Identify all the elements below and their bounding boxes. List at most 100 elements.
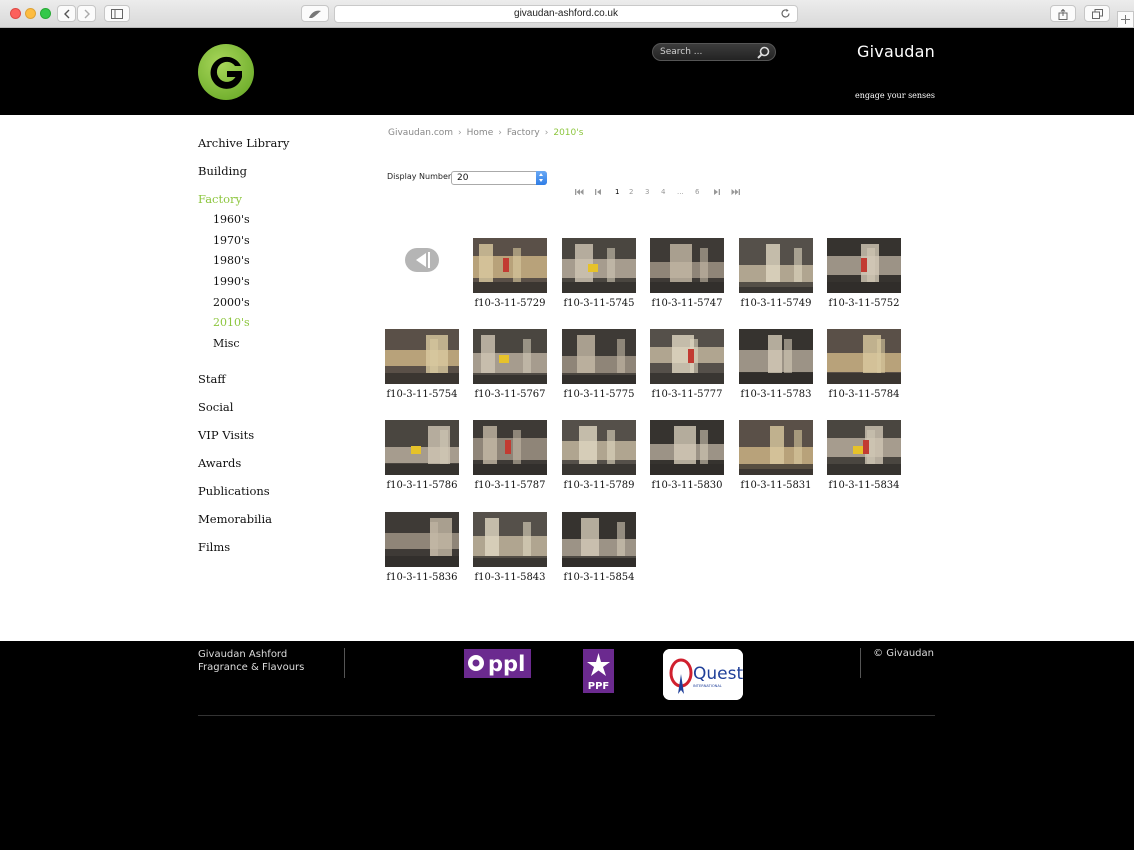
gallery-thumbnail[interactable]: f10-3-11-5854 (562, 512, 636, 583)
thumbnail-caption[interactable]: f10-3-11-5777 (650, 389, 724, 400)
gallery-thumbnail[interactable]: f10-3-11-5777 (650, 329, 724, 400)
gallery-thumbnail[interactable]: f10-3-11-5745 (562, 238, 636, 309)
sidebar-subitem-2000s[interactable]: 2000's (213, 296, 250, 309)
sidebar-subitem-2010s[interactable]: 2010's (213, 316, 250, 329)
gallery-previous-button[interactable] (405, 248, 439, 272)
ppl-logo[interactable]: ppl (464, 649, 531, 678)
sidebar-subitem-1970s[interactable]: 1970's (213, 234, 250, 247)
thumbnail-caption[interactable]: f10-3-11-5786 (385, 480, 459, 491)
thumbnail-caption[interactable]: f10-3-11-5787 (473, 480, 547, 491)
givaudan-logo[interactable] (198, 44, 254, 100)
search-icon[interactable] (757, 46, 770, 59)
thumbnail-caption[interactable]: f10-3-11-5830 (650, 480, 724, 491)
thumbnail-caption[interactable]: f10-3-11-5854 (562, 572, 636, 583)
gallery-thumbnail[interactable]: f10-3-11-5831 (739, 420, 813, 491)
factory-photo (650, 329, 724, 384)
gallery-thumbnail[interactable]: f10-3-11-5754 (385, 329, 459, 400)
sidebar-item-awards[interactable]: Awards (198, 456, 241, 470)
sidebar-subitem-1960s[interactable]: 1960's (213, 213, 250, 226)
next-page-icon[interactable] (713, 188, 720, 196)
footer-company-division: Fragrance & Flavours (198, 662, 305, 673)
tabs-overview-button[interactable] (1084, 5, 1110, 22)
address-bar[interactable]: givaudan-ashford.co.uk (334, 5, 798, 23)
fullscreen-window-button[interactable] (40, 8, 51, 19)
factory-photo (385, 512, 459, 567)
gallery-thumbnail[interactable]: f10-3-11-5843 (473, 512, 547, 583)
thumbnail-caption[interactable]: f10-3-11-5747 (650, 298, 724, 309)
thumbnail-caption[interactable]: f10-3-11-5789 (562, 480, 636, 491)
reload-icon[interactable] (780, 8, 791, 19)
page-6-link[interactable]: 6 (695, 188, 699, 196)
forward-button[interactable] (77, 5, 96, 22)
share-button[interactable] (1050, 5, 1076, 22)
gallery-thumbnail[interactable]: f10-3-11-5834 (827, 420, 901, 491)
gallery-thumbnail[interactable]: f10-3-11-5784 (827, 329, 901, 400)
thumbnail-caption[interactable]: f10-3-11-5754 (385, 389, 459, 400)
sidebar-toggle-button[interactable] (104, 5, 130, 22)
gallery-thumbnail[interactable]: f10-3-11-5789 (562, 420, 636, 491)
gallery-thumbnail[interactable]: f10-3-11-5786 (385, 420, 459, 491)
display-number-select[interactable]: 20 (451, 171, 547, 185)
thumbnail-caption[interactable]: f10-3-11-5783 (739, 389, 813, 400)
page-2-link[interactable]: 2 (629, 188, 633, 196)
close-window-button[interactable] (10, 8, 21, 19)
sidebar-item-publications[interactable]: Publications (198, 484, 270, 498)
page-4-link[interactable]: 4 (661, 188, 665, 196)
tagline: engage your senses (855, 91, 935, 100)
sidebar-item-factory[interactable]: Factory (198, 192, 242, 206)
gallery-thumbnail[interactable]: f10-3-11-5775 (562, 329, 636, 400)
gallery-thumbnail[interactable]: f10-3-11-5783 (739, 329, 813, 400)
sidebar-item-building[interactable]: Building (198, 164, 247, 178)
breadcrumb-givaudan-com[interactable]: Givaudan.com (388, 128, 453, 138)
new-tab-button[interactable] (1117, 11, 1134, 28)
extension-button[interactable] (301, 5, 329, 22)
search-input[interactable] (660, 45, 756, 59)
sidebar-item-archive-library[interactable]: Archive Library (198, 136, 289, 150)
first-page-icon[interactable] (575, 188, 584, 196)
sidebar-item-social[interactable]: Social (198, 400, 233, 414)
footer-divider (860, 648, 861, 678)
thumbnail-caption[interactable]: f10-3-11-5836 (385, 572, 459, 583)
thumbnail-caption[interactable]: f10-3-11-5767 (473, 389, 547, 400)
select-arrows-icon (536, 171, 547, 185)
gallery-thumbnail[interactable]: f10-3-11-5747 (650, 238, 724, 309)
ppf-logo-text: PPF (588, 681, 610, 692)
gallery-thumbnail[interactable]: f10-3-11-5836 (385, 512, 459, 583)
last-page-icon[interactable] (731, 188, 740, 196)
breadcrumb: Givaudan.com › Home › Factory › 2010's (388, 128, 583, 138)
thumbnail-caption[interactable]: f10-3-11-5784 (827, 389, 901, 400)
gallery-thumbnail[interactable]: f10-3-11-5729 (473, 238, 547, 309)
factory-photo (385, 420, 459, 475)
breadcrumb-home[interactable]: Home (467, 128, 494, 138)
sidebar-item-staff[interactable]: Staff (198, 372, 226, 386)
thumbnail-caption[interactable]: f10-3-11-5831 (739, 480, 813, 491)
gallery-thumbnail[interactable]: f10-3-11-5830 (650, 420, 724, 491)
thumbnail-caption[interactable]: f10-3-11-5729 (473, 298, 547, 309)
gallery-thumbnail[interactable]: f10-3-11-5749 (739, 238, 813, 309)
previous-page-icon[interactable] (595, 188, 602, 196)
sidebar-subitem-misc[interactable]: Misc (213, 337, 240, 350)
factory-photo (385, 329, 459, 384)
minimize-window-button[interactable] (25, 8, 36, 19)
ppf-logo[interactable]: PPF (583, 649, 614, 693)
thumbnail-caption[interactable]: f10-3-11-5749 (739, 298, 813, 309)
gallery-thumbnail[interactable]: f10-3-11-5787 (473, 420, 547, 491)
sidebar-item-films[interactable]: Films (198, 540, 230, 554)
breadcrumb-factory[interactable]: Factory (507, 128, 540, 138)
gallery-thumbnail[interactable]: f10-3-11-5767 (473, 329, 547, 400)
thumbnail-caption[interactable]: f10-3-11-5775 (562, 389, 636, 400)
quest-international-logo[interactable]: Quest INTERNATIONAL (663, 649, 743, 700)
back-button[interactable] (57, 5, 76, 22)
thumbnail-caption[interactable]: f10-3-11-5752 (827, 298, 901, 309)
page-3-link[interactable]: 3 (645, 188, 649, 196)
thumbnail-caption[interactable]: f10-3-11-5843 (473, 572, 547, 583)
sidebar-subitem-1990s[interactable]: 1990's (213, 275, 250, 288)
sidebar-item-memorabilia[interactable]: Memorabilia (198, 512, 272, 526)
sidebar-item-vip-visits[interactable]: VIP Visits (198, 428, 254, 442)
share-icon (1058, 9, 1068, 20)
gallery-thumbnail[interactable]: f10-3-11-5752 (827, 238, 901, 309)
thumbnail-caption[interactable]: f10-3-11-5834 (827, 480, 901, 491)
thumbnail-caption[interactable]: f10-3-11-5745 (562, 298, 636, 309)
page-1-link[interactable]: 1 (615, 188, 619, 196)
sidebar-subitem-1980s[interactable]: 1980's (213, 254, 250, 267)
